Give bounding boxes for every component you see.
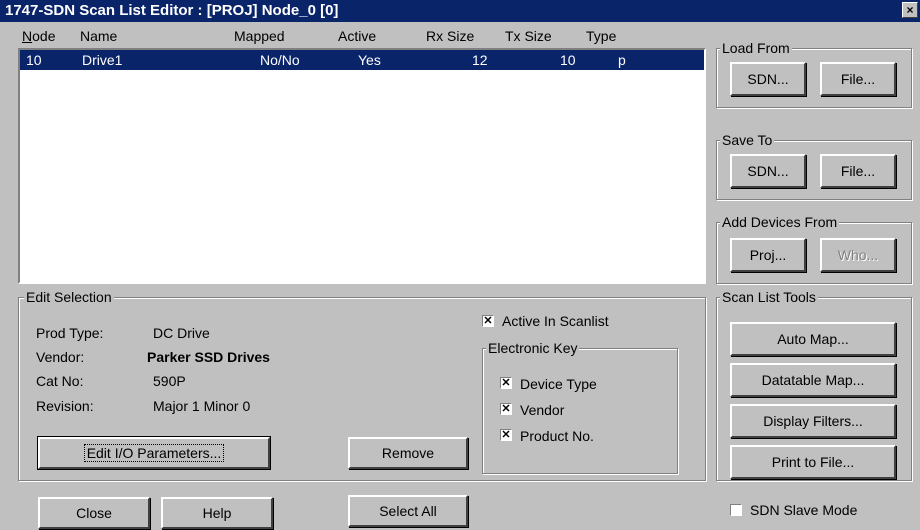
scan-list-tools-label: Scan List Tools	[720, 289, 818, 305]
add-proj-label: Proj...	[749, 247, 787, 263]
vendor-value: Parker SSD Drives	[147, 349, 270, 365]
print-to-file-button[interactable]: Print to File...	[730, 445, 896, 479]
close-button[interactable]: Close	[38, 497, 150, 529]
datatable-map-button[interactable]: Datatable Map...	[730, 363, 896, 397]
edit-io-parameters-button[interactable]: Edit I/O Parameters...	[37, 436, 271, 470]
active-in-scanlist-checkbox[interactable]: ✕	[482, 315, 494, 327]
edit-io-parameters-label: Edit I/O Parameters...	[83, 444, 225, 462]
revision-value: Major 1 Minor 0	[153, 398, 251, 414]
header-name[interactable]: Name	[80, 26, 117, 46]
cell-mapped: No/No	[260, 52, 300, 68]
load-file-button[interactable]: File...	[820, 62, 896, 96]
vendor-checkbox-label[interactable]: Vendor	[520, 401, 564, 419]
display-filters-button[interactable]: Display Filters...	[730, 404, 896, 438]
electronic-key-label: Electronic Key	[486, 340, 580, 356]
sdn-slave-mode-label[interactable]: SDN Slave Mode	[750, 501, 857, 519]
add-devices-label: Add Devices From	[720, 214, 840, 230]
load-from-label: Load From	[720, 40, 792, 56]
auto-map-button[interactable]: Auto Map...	[730, 322, 896, 356]
cell-active: Yes	[358, 52, 381, 68]
save-file-label: File...	[840, 163, 876, 179]
auto-map-label: Auto Map...	[777, 331, 849, 347]
sdn-slave-mode-checkbox[interactable]	[730, 504, 742, 516]
remove-label: Remove	[381, 445, 435, 461]
cell-rx-size: 12	[472, 52, 488, 68]
header-tx-size[interactable]: Tx Size	[505, 26, 552, 46]
device-type-checkbox[interactable]: ✕	[500, 377, 512, 389]
load-sdn-button[interactable]: SDN...	[730, 62, 806, 96]
select-all-button[interactable]: Select All	[348, 495, 468, 527]
window-title: 1747-SDN Scan List Editor : [PROJ] Node_…	[5, 2, 339, 19]
close-window-icon[interactable]: ×	[902, 2, 918, 18]
select-all-label: Select All	[379, 503, 437, 519]
help-button[interactable]: Help	[161, 497, 273, 529]
save-to-label: Save To	[720, 132, 775, 148]
add-proj-button[interactable]: Proj...	[730, 238, 806, 272]
catno-value: 590P	[153, 373, 186, 389]
catno-label: Cat No:	[36, 373, 84, 389]
remove-button[interactable]: Remove	[348, 437, 468, 469]
scan-list[interactable]: 10 Drive1 No/No Yes 12 10 p	[18, 48, 706, 284]
save-sdn-label: SDN...	[747, 163, 789, 179]
save-file-button[interactable]: File...	[820, 154, 896, 188]
cell-tx-size: 10	[560, 52, 576, 68]
title-bar: 1747-SDN Scan List Editor : [PROJ] Node_…	[0, 0, 920, 22]
vendor-checkbox[interactable]: ✕	[500, 403, 512, 415]
product-no-checkbox[interactable]: ✕	[500, 429, 512, 441]
load-sdn-label: SDN...	[747, 71, 789, 87]
print-to-file-label: Print to File...	[771, 454, 855, 470]
product-no-label[interactable]: Product No.	[520, 427, 594, 445]
close-label: Close	[76, 505, 112, 521]
vendor-label: Vendor:	[36, 349, 85, 365]
save-sdn-button[interactable]: SDN...	[730, 154, 806, 188]
datatable-map-label: Datatable Map...	[761, 372, 865, 388]
add-who-label: Who...	[837, 247, 879, 263]
header-rx-size[interactable]: Rx Size	[426, 26, 474, 46]
header-type[interactable]: Type	[586, 26, 616, 46]
header-active[interactable]: Active	[338, 26, 376, 46]
cell-node: 10	[26, 52, 42, 68]
cell-name: Drive1	[82, 52, 123, 68]
prod-type-label: Prod Type:	[36, 325, 104, 341]
header-mapped[interactable]: Mapped	[234, 26, 285, 46]
display-filters-label: Display Filters...	[763, 413, 863, 429]
load-file-label: File...	[840, 71, 876, 87]
help-label: Help	[202, 505, 232, 521]
revision-label: Revision:	[36, 398, 94, 414]
cell-type: p	[618, 52, 626, 68]
edit-selection-label: Edit Selection	[24, 289, 114, 305]
device-type-label[interactable]: Device Type	[520, 375, 597, 393]
prod-type-value: DC Drive	[153, 325, 210, 341]
header-node[interactable]: Node	[22, 26, 55, 46]
add-who-button[interactable]: Who...	[820, 238, 896, 272]
table-row[interactable]: 10 Drive1 No/No Yes 12 10 p	[20, 50, 704, 70]
active-in-scanlist-label[interactable]: Active In Scanlist	[502, 312, 609, 330]
